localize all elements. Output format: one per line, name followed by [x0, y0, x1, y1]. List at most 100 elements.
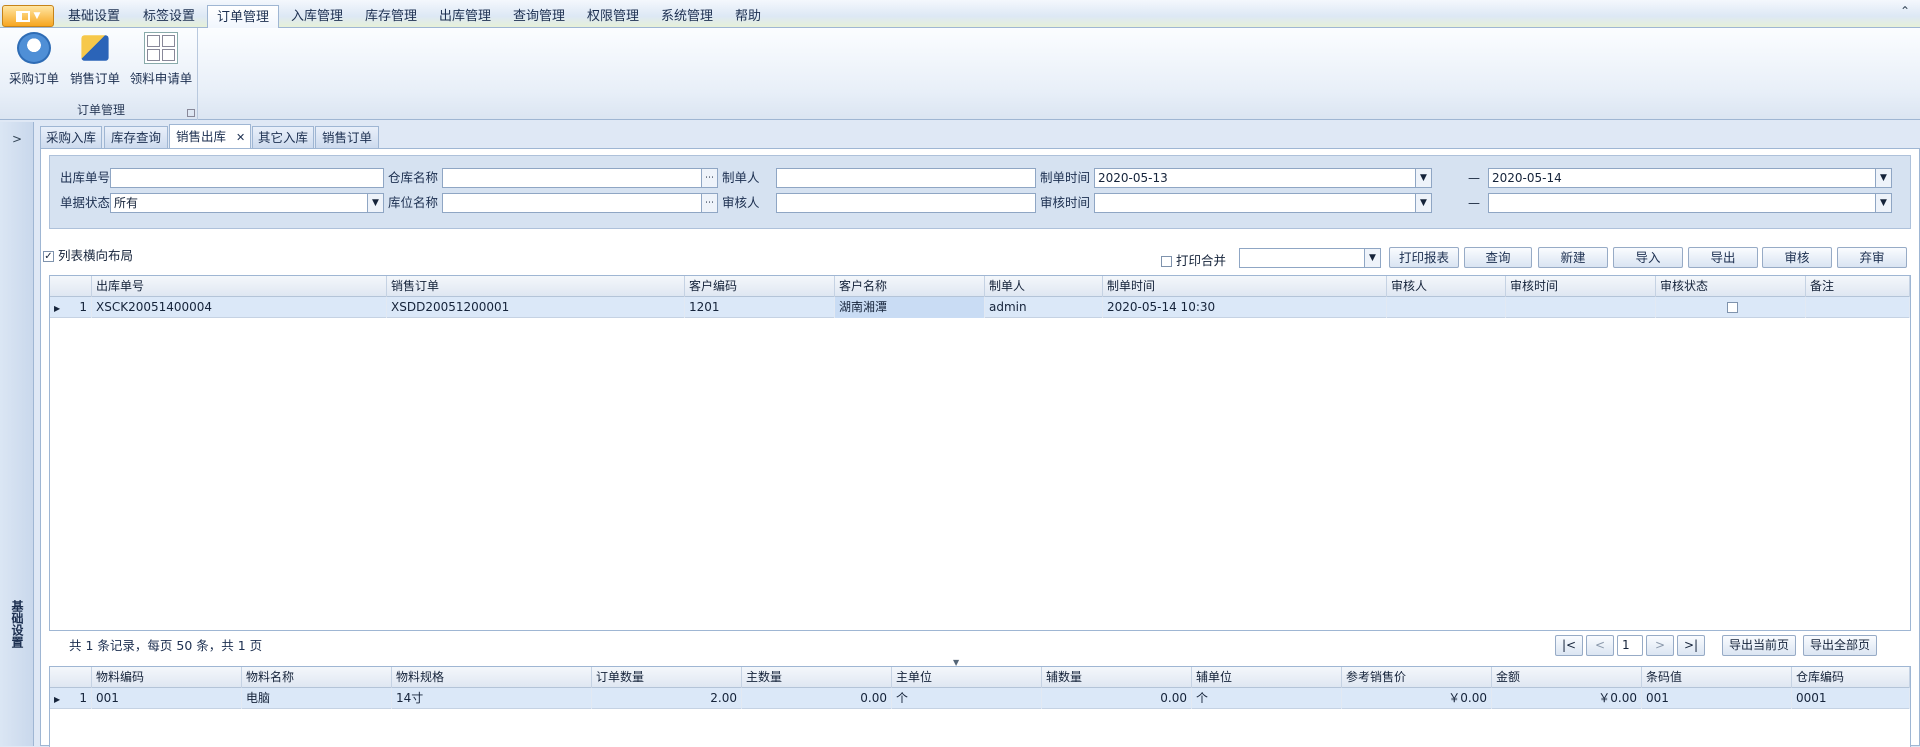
cell-main-unit[interactable]: 个: [892, 688, 1042, 709]
print-report-button[interactable]: 打印报表: [1389, 247, 1459, 268]
ribbon-tab-inventory[interactable]: 库存管理: [355, 5, 427, 28]
outbound-no-input[interactable]: [110, 168, 384, 188]
horizontal-layout-checkbox[interactable]: ✓: [43, 251, 54, 262]
chevron-down-icon[interactable]: ▼: [1415, 194, 1431, 212]
close-icon[interactable]: ✕: [236, 131, 245, 144]
cell-aux-unit[interactable]: 个: [1192, 688, 1342, 709]
print-merge-checkbox[interactable]: [1161, 256, 1172, 267]
new-button[interactable]: 新建: [1538, 247, 1608, 268]
ellipsis-icon[interactable]: ⋯: [701, 194, 717, 212]
column-header[interactable]: 主数量: [742, 667, 892, 688]
doc-tab-inventory-query[interactable]: 库存查询: [104, 126, 168, 148]
export-all-pages-button[interactable]: 导出全部页: [1803, 635, 1877, 656]
material-requisition-button[interactable]: 领料申请单: [126, 32, 196, 90]
cell-customer-code[interactable]: 1201: [685, 297, 835, 318]
cell-barcode[interactable]: 001: [1642, 688, 1792, 709]
page-number-input[interactable]: 1: [1617, 635, 1643, 656]
minimize-ribbon-icon[interactable]: ⌃: [1900, 4, 1910, 18]
cell-remark[interactable]: [1806, 297, 1910, 318]
column-header[interactable]: 制单人: [985, 276, 1103, 297]
review-time-to-picker[interactable]: ▼: [1488, 193, 1892, 213]
ribbon-tab-help[interactable]: 帮助: [725, 5, 771, 28]
column-header[interactable]: 审核人: [1387, 276, 1506, 297]
ribbon-tab-query[interactable]: 查询管理: [503, 5, 575, 28]
review-time-from-picker[interactable]: ▼: [1094, 193, 1432, 213]
query-button[interactable]: 查询: [1464, 247, 1532, 268]
cell-material-spec[interactable]: 14寸: [392, 688, 592, 709]
ribbon-tab-order-management[interactable]: 订单管理: [207, 5, 279, 28]
doc-tab-sales-outbound[interactable]: 销售出库 ✕: [169, 124, 251, 149]
create-time-from-picker[interactable]: 2020-05-13 ▼: [1094, 168, 1432, 188]
doc-status-select[interactable]: 所有 ▼: [110, 193, 384, 213]
next-page-button[interactable]: >: [1646, 635, 1674, 656]
column-header[interactable]: 销售订单: [387, 276, 685, 297]
column-header[interactable]: 客户编码: [685, 276, 835, 297]
ribbon-tab-permissions[interactable]: 权限管理: [577, 5, 649, 28]
last-page-button[interactable]: >|: [1677, 635, 1705, 656]
collapsed-nav-sidebar[interactable]: > 基础设置: [0, 122, 34, 746]
reviewer-input[interactable]: [776, 193, 1036, 213]
ellipsis-icon[interactable]: ⋯: [701, 169, 717, 187]
sales-order-button[interactable]: 销售订单: [66, 32, 124, 90]
table-row[interactable]: ▶ 1 XSCK20051400004 XSDD20051200001 1201 …: [50, 297, 1910, 318]
column-header[interactable]: 制单时间: [1103, 276, 1387, 297]
chevron-down-icon[interactable]: ▼: [1415, 169, 1431, 187]
doc-tab-other-inbound[interactable]: 其它入库: [252, 126, 314, 148]
review-status-checkbox[interactable]: [1727, 302, 1738, 313]
cell-material-name[interactable]: 电脑: [242, 688, 392, 709]
column-header[interactable]: 物料规格: [392, 667, 592, 688]
approve-button[interactable]: 审核: [1762, 247, 1832, 268]
horizontal-layout-toggle[interactable]: ✓ 列表横向布局: [43, 245, 133, 264]
chevron-right-icon[interactable]: >: [12, 132, 22, 146]
export-current-page-button[interactable]: 导出当前页: [1722, 635, 1796, 656]
cell-sales-order[interactable]: XSDD20051200001: [387, 297, 685, 318]
dialog-launcher-icon[interactable]: [187, 109, 195, 117]
column-header[interactable]: 辅单位: [1192, 667, 1342, 688]
cell-ref-price[interactable]: ￥0.00: [1342, 688, 1492, 709]
cell-amount[interactable]: ￥0.00: [1492, 688, 1642, 709]
purchase-order-button[interactable]: 采购订单: [8, 32, 60, 90]
column-header[interactable]: 参考销售价: [1342, 667, 1492, 688]
table-row[interactable]: ▶ 1 001 电脑 14寸 2.00 0.00 个 0.00 个 ￥0.00 ￥…: [50, 688, 1910, 709]
ribbon-tab-outbound[interactable]: 出库管理: [429, 5, 501, 28]
creator-input[interactable]: [776, 168, 1036, 188]
cell-aux-qty[interactable]: 0.00: [1042, 688, 1192, 709]
cell-review-status[interactable]: [1656, 297, 1806, 318]
column-header[interactable]: 主单位: [892, 667, 1042, 688]
column-header[interactable]: 条码值: [1642, 667, 1792, 688]
print-template-select[interactable]: ▼: [1239, 248, 1381, 268]
cell-material-code[interactable]: 001: [92, 688, 242, 709]
column-header[interactable]: 出库单号: [92, 276, 387, 297]
create-time-to-picker[interactable]: 2020-05-14 ▼: [1488, 168, 1892, 188]
cell-creator[interactable]: admin: [985, 297, 1103, 318]
cell-create-time[interactable]: 2020-05-14 10:30: [1103, 297, 1387, 318]
column-header[interactable]: 物料编码: [92, 667, 242, 688]
column-header[interactable]: 仓库编码: [1792, 667, 1910, 688]
location-picker[interactable]: ⋯: [442, 193, 718, 213]
column-header[interactable]: 客户名称: [835, 276, 985, 297]
ribbon-tab-inbound[interactable]: 入库管理: [281, 5, 353, 28]
chevron-down-icon[interactable]: ▼: [1364, 249, 1380, 267]
ribbon-tab-basic-settings[interactable]: 基础设置: [58, 5, 130, 28]
cell-order-qty[interactable]: 2.00: [592, 688, 742, 709]
import-button[interactable]: 导入: [1613, 247, 1683, 268]
export-button[interactable]: 导出: [1688, 247, 1758, 268]
chevron-down-icon[interactable]: ▼: [1875, 169, 1891, 187]
cell-reviewer[interactable]: [1387, 297, 1506, 318]
prev-page-button[interactable]: <: [1586, 635, 1614, 656]
ribbon-tab-system[interactable]: 系统管理: [651, 5, 723, 28]
column-header[interactable]: 备注: [1806, 276, 1910, 297]
first-page-button[interactable]: |<: [1555, 635, 1583, 656]
doc-tab-purchase-inbound[interactable]: 采购入库: [40, 126, 102, 148]
cell-customer-name[interactable]: 湖南湘潭: [835, 297, 985, 318]
unapprove-button[interactable]: 弃审: [1837, 247, 1907, 268]
column-header[interactable]: 辅数量: [1042, 667, 1192, 688]
application-menu-button[interactable]: ▼: [2, 5, 54, 27]
cell-review-time[interactable]: [1506, 297, 1656, 318]
column-header[interactable]: 审核状态: [1656, 276, 1806, 297]
column-header[interactable]: 审核时间: [1506, 276, 1656, 297]
cell-warehouse-code[interactable]: 0001: [1792, 688, 1910, 709]
doc-tab-sales-order[interactable]: 销售订单: [315, 126, 379, 148]
warehouse-picker[interactable]: ⋯: [442, 168, 718, 188]
cell-outbound-no[interactable]: XSCK20051400004: [92, 297, 387, 318]
